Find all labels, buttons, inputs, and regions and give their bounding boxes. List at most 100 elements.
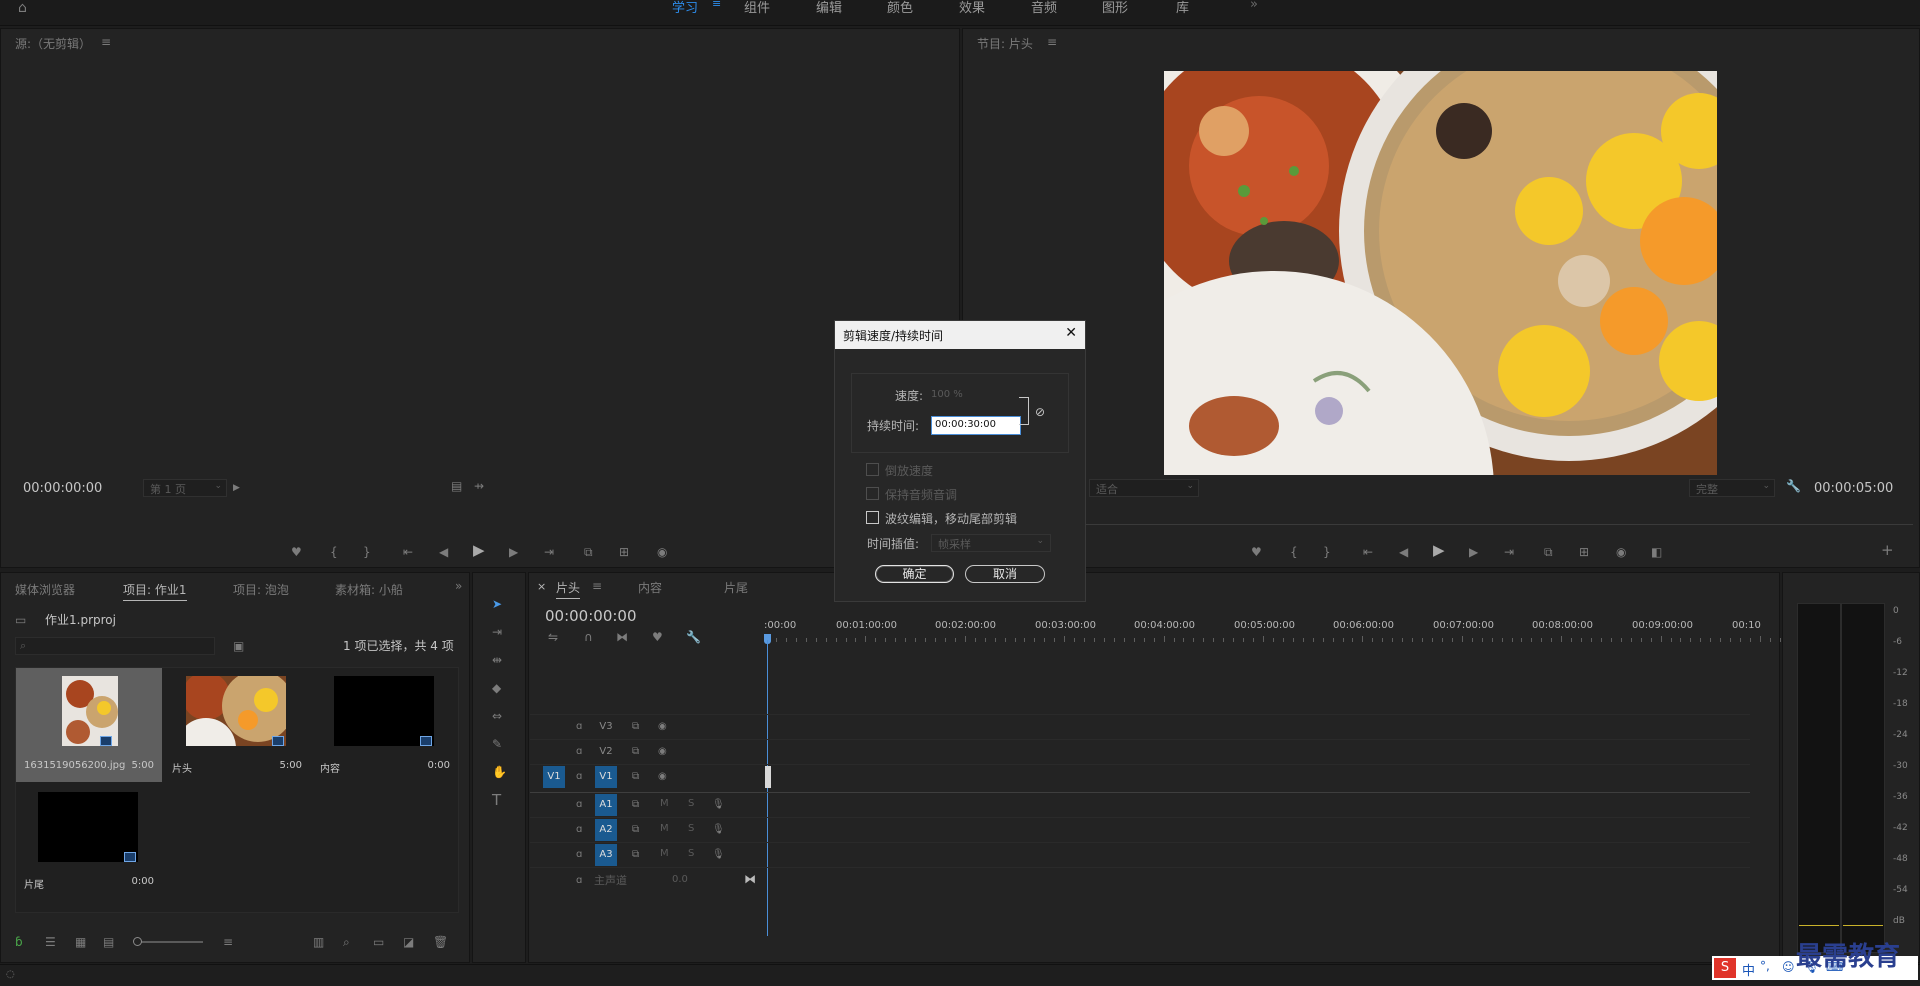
lock-icon[interactable]: ɑ: [576, 823, 582, 837]
track-label-a2[interactable]: A2: [595, 819, 617, 841]
lock-icon[interactable]: ɑ: [576, 745, 582, 759]
reverse-speed-checkbox[interactable]: [866, 463, 879, 476]
project-item-jpg[interactable]: 1631519056200.jpg 5:00: [16, 668, 162, 782]
maintain-pitch-checkbox[interactable]: [866, 487, 879, 500]
track-label-v1[interactable]: V1: [595, 766, 617, 788]
track-label-v2[interactable]: V2: [595, 741, 617, 763]
mark-out-icon[interactable]: }: [363, 545, 371, 559]
timeline-panel-menu-icon[interactable]: ≡: [592, 579, 602, 593]
zoom-slider[interactable]: [133, 937, 203, 946]
sync-lock-icon[interactable]: ⧉: [632, 798, 639, 812]
workspace-audio[interactable]: 音频: [1031, 0, 1057, 16]
mute-button[interactable]: M: [660, 848, 669, 859]
timeline-tab-close-icon[interactable]: ×: [537, 580, 546, 593]
track-label-a3[interactable]: A3: [595, 844, 617, 866]
sync-lock-icon[interactable]: ⧉: [632, 823, 639, 837]
new-item-icon[interactable]: ◪: [403, 935, 414, 949]
lift-icon[interactable]: ⧉: [1544, 545, 1553, 559]
program-fit-dropdown[interactable]: 适合 ⌄: [1089, 479, 1199, 497]
source-monitor-title[interactable]: 源:（无剪辑）: [15, 35, 91, 52]
track-v2[interactable]: [530, 739, 1750, 763]
go-to-in-icon[interactable]: ⇤: [403, 545, 413, 559]
close-icon[interactable]: ✕: [1065, 325, 1077, 341]
mute-button[interactable]: M: [660, 798, 669, 809]
mark-in-icon[interactable]: {: [330, 545, 338, 559]
home-icon[interactable]: ⌂: [18, 1, 27, 15]
play-icon[interactable]: ▶: [1433, 543, 1445, 558]
interpolation-select[interactable]: 帧采样 ⌄: [931, 534, 1051, 552]
camera-icon[interactable]: ◉: [1616, 545, 1626, 559]
snap-icon[interactable]: ∩: [584, 630, 593, 644]
add-marker-icon[interactable]: ♥: [652, 630, 663, 644]
eye-icon[interactable]: ◉: [658, 720, 667, 734]
playhead-line[interactable]: [767, 640, 768, 936]
track-v3[interactable]: [530, 714, 1750, 738]
workspace-editing[interactable]: 编辑: [816, 0, 842, 16]
extract-icon[interactable]: ⊞: [1579, 545, 1589, 559]
go-to-out-icon[interactable]: ⇥: [1504, 545, 1514, 559]
timeline-tab-piantou[interactable]: 片头: [556, 579, 581, 599]
lock-icon[interactable]: ɑ: [576, 798, 582, 812]
overwrite-icon[interactable]: ⊞: [619, 545, 629, 559]
camera-icon[interactable]: ◉: [657, 545, 667, 559]
microphone-icon[interactable]: 🎙: [712, 798, 725, 812]
lock-icon[interactable]: ɑ: [576, 874, 582, 888]
mark-out-icon[interactable]: }: [1323, 545, 1331, 559]
pen-tool-icon[interactable]: ✎: [492, 737, 502, 751]
slip-tool-icon[interactable]: ⇔: [492, 709, 502, 723]
export-frame-icon[interactable]: ▤: [451, 479, 462, 493]
step-back-icon[interactable]: ◀: [1399, 545, 1408, 559]
program-quality-dropdown[interactable]: 完整 ⌄: [1689, 479, 1775, 497]
freeform-view-icon[interactable]: ▤: [103, 935, 114, 949]
timeline-tab-pianwei[interactable]: 片尾: [724, 579, 748, 596]
go-to-end-icon[interactable]: ⧓: [744, 872, 756, 886]
lock-icon[interactable]: ɑ: [576, 848, 582, 862]
speed-value[interactable]: 100 %: [931, 389, 963, 400]
settings-icon[interactable]: ⇸: [474, 479, 484, 493]
step-forward-icon[interactable]: ▶: [509, 545, 518, 559]
mute-button[interactable]: M: [660, 823, 669, 834]
tab-media-browser[interactable]: 媒体浏览器: [15, 581, 75, 598]
ime-mode-label[interactable]: 中: [1742, 960, 1755, 979]
workspace-learn[interactable]: 学习: [672, 0, 698, 16]
sync-lock-icon[interactable]: ⧉: [632, 720, 639, 734]
track-select-tool-icon[interactable]: ⇥: [492, 625, 502, 639]
new-bin-from-search-icon[interactable]: ▣: [233, 639, 244, 653]
list-view-icon[interactable]: ☰: [45, 935, 56, 949]
microphone-icon[interactable]: 🎙: [712, 823, 725, 837]
sync-lock-icon[interactable]: ⧉: [632, 745, 639, 759]
lock-icon[interactable]: ɓ: [15, 935, 23, 949]
zoom-slider-handle[interactable]: [133, 937, 142, 946]
sort-icon[interactable]: ≡: [223, 935, 233, 949]
solo-button[interactable]: S: [688, 798, 694, 809]
sync-lock-icon[interactable]: ⧉: [632, 770, 639, 784]
timeline-tab-neirong[interactable]: 内容: [638, 579, 662, 596]
marker-icon[interactable]: ♥: [291, 545, 302, 559]
clip-v1[interactable]: [765, 766, 771, 788]
chain-link-icon[interactable]: ⊘: [1035, 405, 1045, 419]
tab-bin-xiaochuan[interactable]: 素材箱: 小船: [335, 581, 403, 598]
selection-tool-icon[interactable]: ➤: [492, 597, 502, 611]
add-button-icon[interactable]: +: [1881, 543, 1894, 558]
ripple-edit-checkbox[interactable]: [866, 511, 879, 524]
solo-button[interactable]: S: [688, 848, 694, 859]
play-icon[interactable]: ▶: [473, 543, 485, 558]
razor-tool-icon[interactable]: ◆: [492, 681, 501, 695]
sync-lock-icon[interactable]: ⧉: [632, 848, 639, 862]
source-panel-menu-icon[interactable]: ≡: [101, 35, 111, 49]
go-to-out-icon[interactable]: ⇥: [544, 545, 554, 559]
trash-icon[interactable]: 🗑: [433, 935, 448, 949]
go-to-in-icon[interactable]: ⇤: [1363, 545, 1373, 559]
linked-selection-icon[interactable]: ⧓: [616, 630, 628, 644]
source-page-dropdown[interactable]: 第 1 页 ⌄: [143, 479, 227, 497]
timeline-settings-icon[interactable]: 🔧: [686, 630, 701, 644]
project-item-neirong[interactable]: 内容 0:00: [312, 668, 458, 782]
eye-icon[interactable]: ◉: [658, 745, 667, 759]
play-triangle-icon[interactable]: ▶: [233, 481, 240, 495]
project-search-input[interactable]: ⌕: [15, 637, 215, 655]
duration-input[interactable]: 00:00:30:00: [931, 416, 1021, 435]
project-item-piantou[interactable]: 片头 5:00: [164, 668, 310, 782]
tab-project-paopao[interactable]: 项目: 泡泡: [233, 581, 289, 598]
workspace-assembly[interactable]: 组件: [744, 0, 770, 16]
tab-project-zuoye1[interactable]: 项目: 作业1: [123, 581, 187, 601]
